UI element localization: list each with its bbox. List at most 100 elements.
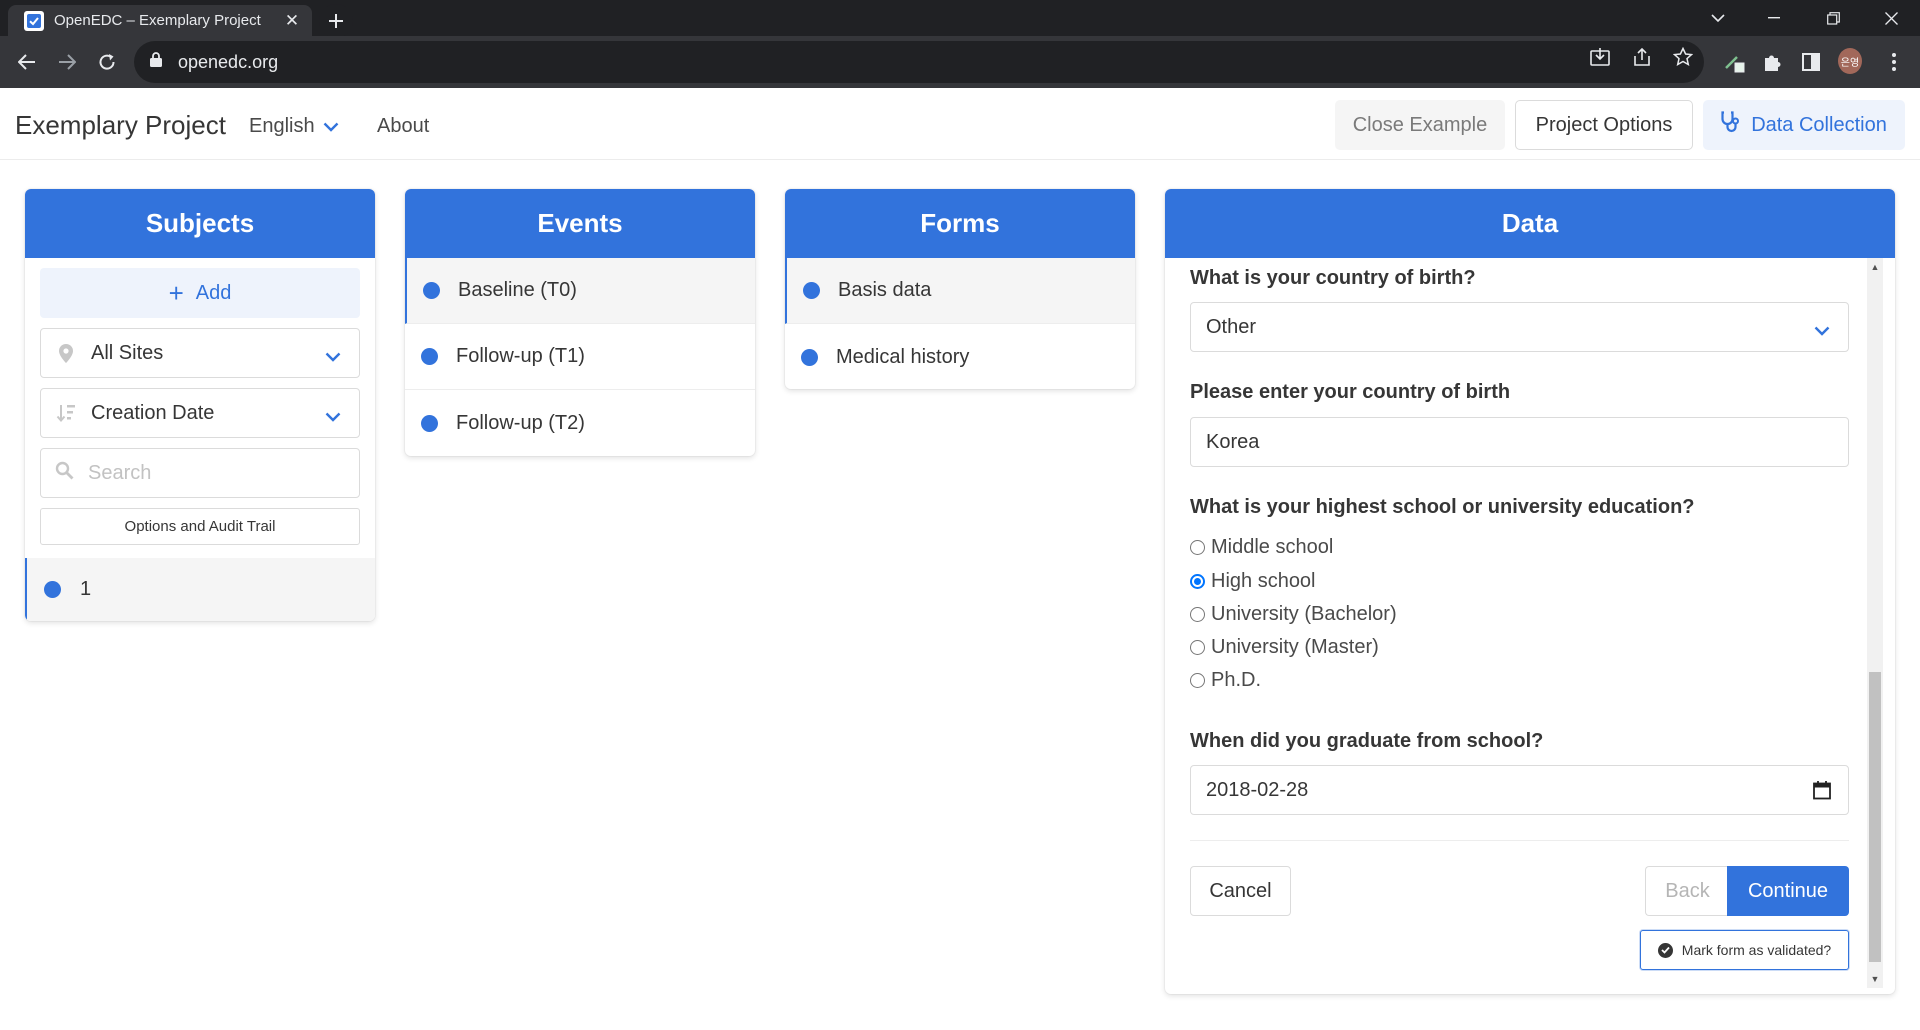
status-dot-icon <box>423 282 440 299</box>
graduation-date-value: 2018-02-28 <box>1206 778 1309 801</box>
subject-label: 1 <box>80 578 92 600</box>
url-text: openedc.org <box>178 51 279 72</box>
status-dot-icon <box>421 414 438 432</box>
education-option-middle-school[interactable]: Middle school <box>1190 536 1333 559</box>
subject-search-field[interactable] <box>40 448 360 498</box>
chevron-down-icon <box>325 345 341 368</box>
subject-list-item[interactable]: 1 <box>25 558 375 621</box>
event-item-follow-up-t2[interactable]: Follow-up (T2) <box>405 390 755 456</box>
form-label: Medical history <box>836 345 970 368</box>
education-option-master[interactable]: University (Master) <box>1190 636 1379 659</box>
event-label: Follow-up (T1) <box>456 345 585 367</box>
radio-button[interactable] <box>1190 540 1205 555</box>
form-label: Basis data <box>838 279 932 301</box>
language-dropdown[interactable]: English <box>249 115 339 138</box>
education-option-label: Ph.D. <box>1211 669 1262 691</box>
education-option-phd[interactable]: Ph.D. <box>1190 669 1261 692</box>
subjects-title: Subjects <box>25 189 375 258</box>
new-tab-button[interactable] <box>318 4 354 38</box>
site-filter-select[interactable]: All Sites <box>40 328 360 378</box>
app-navbar: Exemplary Project English About Close Ex… <box>0 88 1920 160</box>
education-option-label: Middle school <box>1211 536 1334 558</box>
options-audit-trail-button[interactable]: Options and Audit Trail <box>40 508 360 545</box>
cancel-button[interactable]: Cancel <box>1190 866 1291 916</box>
plus-icon <box>319 4 353 38</box>
check-circle-icon <box>1657 942 1673 958</box>
browser-toolbar: openedc.org 은영 <box>0 36 1920 88</box>
sort-order-select[interactable]: Creation Date <box>40 388 360 438</box>
event-item-follow-up-t1[interactable]: Follow-up (T1) <box>405 324 755 390</box>
event-label: Follow-up (T2) <box>456 411 585 434</box>
extensions-puzzle-icon[interactable] <box>1760 50 1784 74</box>
events-panel: Events Baseline (T0) Follow-up (T1) Foll… <box>405 189 755 456</box>
event-item-baseline[interactable]: Baseline (T0) <box>405 258 755 324</box>
window-close-icon[interactable] <box>1863 0 1919 36</box>
project-title[interactable]: Exemplary Project <box>15 110 226 141</box>
map-marker-icon <box>55 343 77 363</box>
sort-icon <box>55 404 77 422</box>
share-icon[interactable] <box>1631 46 1653 68</box>
plus-icon: + <box>168 278 184 308</box>
country-other-input[interactable]: Korea <box>1190 417 1849 467</box>
extension-pen-icon[interactable] <box>1722 50 1746 74</box>
forward-arrow-icon[interactable] <box>51 46 83 78</box>
radio-button[interactable] <box>1190 607 1205 622</box>
project-options-button[interactable]: Project Options <box>1515 100 1693 150</box>
mark-validated-label: Mark form as validated? <box>1681 942 1832 958</box>
install-app-icon[interactable] <box>1589 46 1611 68</box>
site-filter-value: All Sites <box>91 341 164 364</box>
stethoscope-icon <box>1721 111 1751 139</box>
restore-icon[interactable] <box>1805 0 1861 36</box>
event-label: Baseline (T0) <box>458 279 577 301</box>
graduation-date-input[interactable]: 2018-02-28 <box>1190 765 1849 815</box>
tab-search-chevron-icon[interactable] <box>1690 0 1746 36</box>
chevron-down-icon <box>325 405 341 428</box>
data-title: Data <box>1165 189 1895 258</box>
continue-button[interactable]: Continue <box>1727 866 1849 916</box>
add-label: Add <box>195 281 232 304</box>
profile-avatar[interactable]: 은영 <box>1838 48 1862 74</box>
mark-validated-button[interactable]: Mark form as validated? <box>1640 930 1849 970</box>
status-dot-icon <box>801 348 818 366</box>
browser-tabstrip: OpenEDC – Exemplary Project ✕ <box>0 0 1920 38</box>
chevron-down-icon <box>315 115 339 138</box>
education-option-high-school[interactable]: High school <box>1190 570 1316 593</box>
radio-button[interactable] <box>1190 640 1205 655</box>
add-subject-button[interactable]: + Add <box>40 268 360 318</box>
education-option-label: University (Bachelor) <box>1211 603 1397 625</box>
form-item-basis-data[interactable]: Basis data <box>785 258 1135 324</box>
back-arrow-icon[interactable] <box>11 46 43 78</box>
back-button[interactable]: Back <box>1645 866 1729 916</box>
tab-close-icon[interactable]: ✕ <box>282 11 302 31</box>
forms-panel: Forms Basis data Medical history <box>785 189 1135 389</box>
browser-tab[interactable]: OpenEDC – Exemplary Project ✕ <box>8 5 312 36</box>
about-link[interactable]: About <box>377 115 429 138</box>
tab-title: OpenEDC – Exemplary Project <box>54 12 261 29</box>
search-input[interactable] <box>88 461 328 485</box>
openedc-favicon-icon <box>24 10 44 31</box>
radio-button-checked[interactable] <box>1190 574 1205 589</box>
country-select[interactable]: Other <box>1190 302 1849 352</box>
profile-initials: 은영 <box>1838 48 1862 74</box>
country-select-value: Other <box>1206 315 1257 338</box>
status-dot-icon <box>421 348 438 365</box>
education-option-label: High school <box>1211 570 1316 592</box>
form-item-medical-history[interactable]: Medical history <box>785 324 1135 389</box>
education-option-bachelor[interactable]: University (Bachelor) <box>1190 603 1397 626</box>
subjects-panel: Subjects + Add All Sites Creation Date O… <box>25 189 375 621</box>
country-other-value: Korea <box>1206 430 1260 453</box>
reload-icon[interactable] <box>91 46 123 78</box>
browser-menu-icon[interactable] <box>1882 50 1906 74</box>
events-title: Events <box>405 189 755 258</box>
radio-button[interactable] <box>1190 673 1205 688</box>
data-collection-button[interactable]: Data Collection <box>1703 100 1905 150</box>
sort-order-value: Creation Date <box>91 401 215 424</box>
side-panel-icon[interactable] <box>1799 50 1823 74</box>
bookmark-star-icon[interactable] <box>1672 46 1694 68</box>
education-option-label: University (Master) <box>1211 636 1379 658</box>
data-collection-label: Data Collection <box>1751 113 1887 136</box>
close-example-button[interactable]: Close Example <box>1335 100 1505 150</box>
calendar-icon[interactable] <box>1812 780 1832 806</box>
minimize-icon[interactable] <box>1746 0 1802 36</box>
address-bar[interactable]: openedc.org <box>134 41 1704 83</box>
